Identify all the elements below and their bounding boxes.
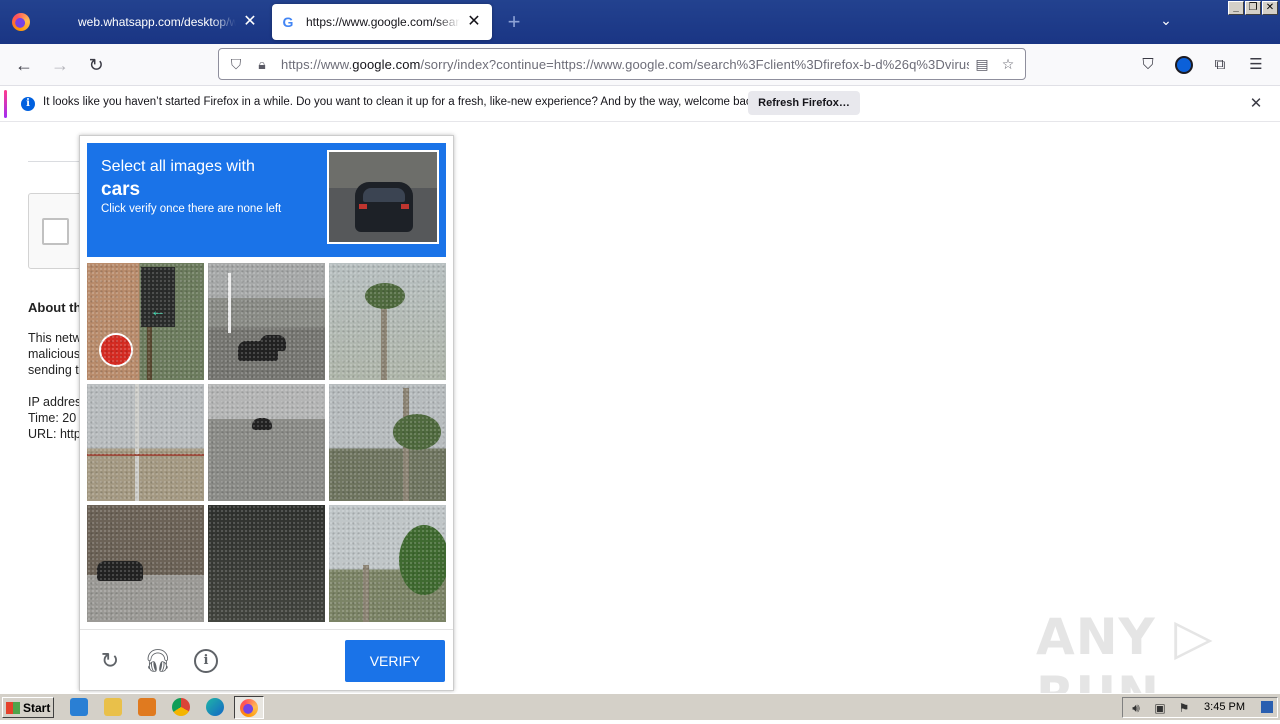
image-tile[interactable]: [208, 505, 325, 622]
notification-bar: i It looks like you haven’t started Fire…: [0, 86, 1280, 122]
image-tile[interactable]: [329, 263, 446, 380]
close-window-icon[interactable]: ✕: [1262, 1, 1278, 15]
help-info-icon[interactable]: i: [191, 646, 221, 676]
headphones-audio-challenge-icon[interactable]: 🎧︎: [143, 646, 173, 676]
chrome-icon[interactable]: [172, 698, 190, 716]
close-tab-icon[interactable]: ✕: [464, 12, 484, 32]
tracking-protection-shield-icon[interactable]: ⛉: [223, 51, 249, 77]
firefox-taskbar-button[interactable]: [234, 696, 264, 719]
account-icon[interactable]: [1171, 52, 1197, 78]
volume-icon[interactable]: 🔊︎: [1129, 701, 1143, 715]
google-icon: G: [282, 14, 294, 30]
tab-title: https://www.google.com/search?c: [306, 15, 460, 29]
start-label: Start: [23, 700, 51, 715]
address-bar[interactable]: ⛉ 🔒︎ https://www.google.com/sorry/index?…: [218, 48, 1026, 80]
challenge-subtext: Click verify once there are none left: [101, 203, 282, 215]
minimize-icon[interactable]: _: [1228, 1, 1244, 15]
image-tile[interactable]: [87, 505, 204, 622]
image-tile[interactable]: [208, 384, 325, 501]
url-text[interactable]: https://www.google.com/sorry/index?conti…: [275, 57, 969, 72]
do-not-enter-sign: [99, 333, 133, 367]
extensions-puzzle-icon[interactable]: ⧉: [1207, 52, 1233, 78]
windows-logo-icon: [6, 701, 20, 714]
notification-message: It looks like you haven’t started Firefo…: [43, 96, 761, 108]
navigation-toolbar: ← → ↻ ⛉ 🔒︎ https://www.google.com/sorry/…: [0, 44, 1280, 86]
url-path: /sorry/index?continue=https://www.google…: [420, 56, 970, 72]
internet-explorer-icon[interactable]: [70, 698, 88, 716]
challenge-instruction: Select all images with: [101, 158, 255, 175]
reload-icon[interactable]: ↻: [82, 52, 110, 78]
network-icon[interactable]: ▣: [1153, 701, 1167, 715]
action-center-flag-icon[interactable]: ⚑: [1177, 701, 1191, 715]
url-prefix: https://www.: [281, 56, 353, 72]
tab-strip: web.whatsapp.com/desktop/windows/r ✕ G h…: [0, 0, 1280, 44]
new-tab-button[interactable]: +: [502, 10, 526, 34]
recaptcha-checkbox[interactable]: [42, 218, 69, 245]
reader-view-icon[interactable]: ▤: [969, 51, 995, 77]
challenge-header: Select all images with cars Click verify…: [87, 143, 446, 257]
close-icon[interactable]: ✕: [1246, 94, 1266, 114]
list-all-tabs-icon[interactable]: ⌄: [1154, 12, 1178, 32]
start-button[interactable]: Start: [2, 697, 54, 718]
padlock-icon[interactable]: 🔒︎: [249, 51, 275, 77]
body-text-line: This netw: [28, 331, 82, 345]
window-controls: _ ❐ ✕: [1228, 1, 1278, 15]
refresh-firefox-button[interactable]: Refresh Firefox…: [748, 91, 860, 115]
sample-car-image: [327, 150, 439, 244]
time-line: Time: 20: [28, 411, 77, 425]
image-grid: ←: [87, 263, 447, 623]
about-heading: About th: [28, 300, 82, 315]
windows-taskbar: Start 🔊︎ ▣ ⚑ 3:45 PM: [0, 693, 1280, 720]
body-text-line: malicious: [28, 347, 81, 361]
image-tile[interactable]: [208, 263, 325, 380]
firefox-icon: [240, 699, 258, 717]
image-tile[interactable]: ←: [87, 263, 204, 380]
challenge-footer: ↻ 🎧︎ i VERIFY: [80, 629, 453, 691]
image-tile[interactable]: [329, 505, 446, 622]
back-arrow-icon[interactable]: ←: [10, 52, 38, 78]
url-host: google.com: [352, 56, 421, 72]
hamburger-menu-icon[interactable]: ☰: [1243, 52, 1269, 78]
bookmark-star-icon[interactable]: ☆: [995, 51, 1021, 77]
system-tray: 🔊︎ ▣ ⚑ 3:45 PM: [1122, 697, 1278, 718]
body-text-line: sending t: [28, 363, 79, 377]
close-tab-icon[interactable]: ✕: [240, 12, 260, 32]
firefox-icon: [12, 13, 30, 31]
image-tile[interactable]: [329, 384, 446, 501]
media-player-icon[interactable]: [138, 698, 156, 716]
page-icon: [52, 14, 68, 30]
show-desktop-icon[interactable]: [1261, 701, 1273, 713]
forward-arrow-icon[interactable]: →: [46, 52, 74, 78]
tab-title: web.whatsapp.com/desktop/windows/r: [78, 15, 236, 29]
restore-icon[interactable]: ❐: [1245, 1, 1261, 15]
verify-button[interactable]: VERIFY: [345, 640, 445, 682]
clock[interactable]: 3:45 PM: [1204, 701, 1245, 713]
tab-google[interactable]: G https://www.google.com/search?c ✕: [272, 4, 492, 40]
file-explorer-icon[interactable]: [104, 698, 122, 716]
url-line: URL: http: [28, 427, 81, 441]
pocket-icon[interactable]: ⛉: [1135, 52, 1161, 78]
reload-challenge-icon[interactable]: ↻: [95, 646, 125, 676]
recaptcha-challenge-dialog: Select all images with cars Click verify…: [79, 135, 454, 691]
tab-whatsapp[interactable]: web.whatsapp.com/desktop/windows/r ✕: [44, 4, 268, 40]
edge-icon[interactable]: [206, 698, 224, 716]
challenge-target: cars: [101, 179, 141, 200]
ip-address-line: IP addres: [28, 395, 82, 409]
image-tile[interactable]: [87, 384, 204, 501]
firefox-view-button[interactable]: [0, 0, 42, 44]
info-icon: i: [21, 97, 35, 111]
